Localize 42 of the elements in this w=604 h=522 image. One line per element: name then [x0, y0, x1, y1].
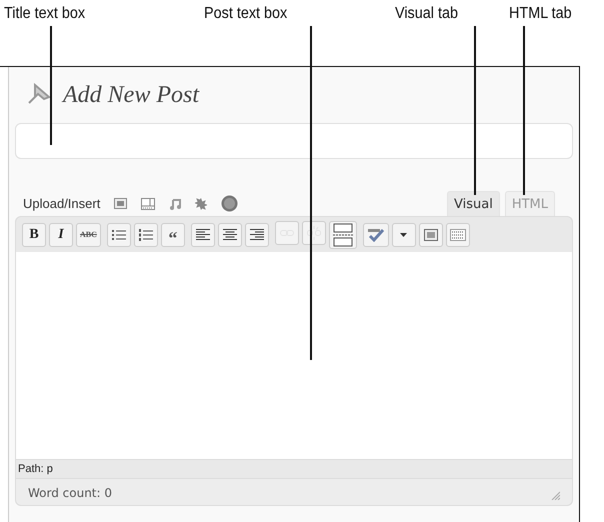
- page-break-icon: [332, 222, 353, 246]
- editor-tab[interactable]: Visual: [447, 191, 500, 216]
- upload-insert-label: Upload/Insert: [23, 196, 100, 211]
- broken-link-icon: [306, 226, 321, 240]
- toolbar-toggle-icon: [450, 228, 466, 240]
- title-field[interactable]: [15, 123, 573, 159]
- spellcheck-icon: [366, 228, 385, 242]
- page-break-button[interactable]: [328, 220, 357, 248]
- strikethrough-button[interactable]: ABC: [76, 222, 101, 246]
- resize-grip-icon[interactable]: [551, 491, 560, 500]
- word-count: Word count: 0: [28, 486, 112, 500]
- callout-label: Post text box: [204, 5, 288, 23]
- bold-button[interactable]: B: [22, 222, 46, 246]
- blockquote-button[interactable]: “: [160, 222, 185, 246]
- bullet-list-icon: [112, 228, 126, 240]
- callout-label: Visual tab: [395, 5, 458, 23]
- page-heading: Add New Post: [63, 82, 199, 108]
- spellcheck-button[interactable]: [362, 222, 389, 246]
- element-path: Path: p: [15, 459, 573, 479]
- numbered-list-icon: [138, 228, 153, 240]
- bullet-list-button[interactable]: [106, 222, 131, 246]
- fullscreen-button[interactable]: [418, 222, 443, 246]
- numbered-list-button[interactable]: [134, 222, 158, 246]
- align-center-icon: [222, 229, 237, 240]
- burst-icon[interactable]: [195, 198, 208, 210]
- align-left-icon: [196, 229, 210, 240]
- callout-label: HTML tab: [509, 5, 572, 23]
- image-icon[interactable]: [114, 198, 128, 209]
- caret-button[interactable]: [392, 222, 416, 246]
- music-note-icon[interactable]: [169, 198, 182, 210]
- align-right-button[interactable]: [244, 222, 269, 246]
- film-icon[interactable]: [141, 198, 156, 210]
- fullscreen-icon: [424, 228, 438, 240]
- caret-icon: [400, 232, 408, 236]
- align-center-button[interactable]: [218, 222, 242, 246]
- circle-icon[interactable]: [221, 195, 238, 212]
- align-right-icon: [250, 229, 264, 240]
- italic-button[interactable]: I: [49, 222, 73, 246]
- toolbar-toggle-button[interactable]: [446, 222, 470, 246]
- align-left-button[interactable]: [190, 222, 215, 246]
- callout-label: Title text box: [4, 5, 86, 23]
- post-text-field[interactable]: [15, 252, 573, 459]
